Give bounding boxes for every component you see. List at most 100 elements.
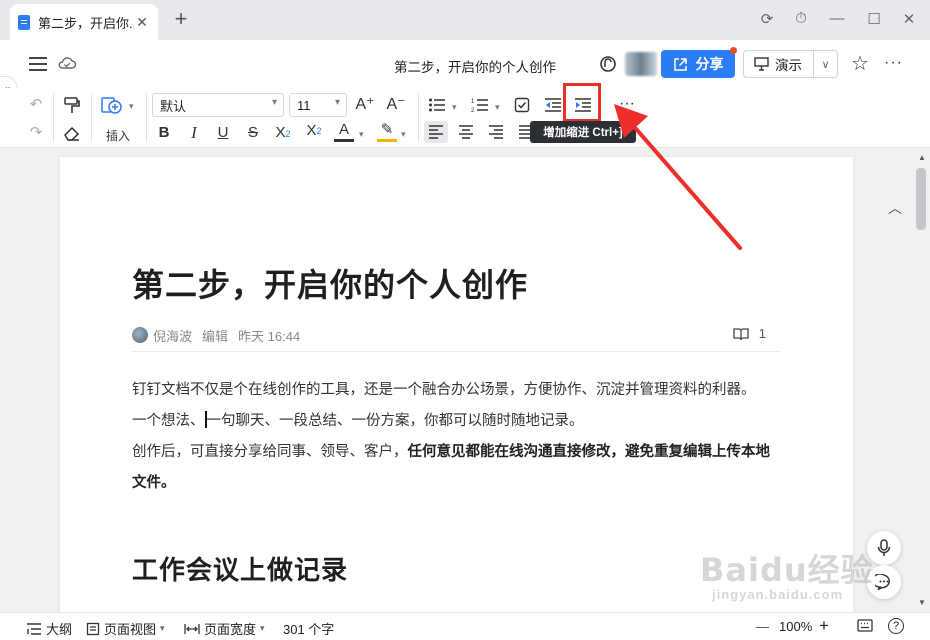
microphone-icon [877, 539, 891, 556]
divider [418, 94, 419, 142]
tab-bar: 第二步，开启你... ✕ + ⟳ ⏱ — ☐ ✕ [0, 0, 930, 40]
paragraph-1[interactable]: 钉钉文档不仅是个在线创作的工具，还是一个融合办公场景，方便协作、沉淀并管理资料的… [132, 375, 782, 406]
decrease-font-icon[interactable]: A⁻ [385, 95, 407, 115]
new-tab-button[interactable]: + [170, 8, 192, 30]
chevron-down-icon: ▾ [260, 623, 265, 633]
refresh-icon[interactable]: ⟳ [756, 10, 778, 28]
share-icon [673, 57, 687, 71]
font-family-value: 默认 [160, 98, 187, 114]
increase-font-icon[interactable]: A⁺ [354, 95, 376, 115]
document-header: 第二步，开启你的个人创作 分享 演示 ∨ ☆ ··· [0, 40, 930, 88]
paragraph-3-text: 创作后，可直接分享给同事、领导、客户， [132, 444, 408, 460]
font-size-select[interactable]: 11 ▾ [289, 93, 347, 117]
more-options-icon[interactable]: ··· [884, 54, 903, 72]
scroll-up-icon[interactable]: ▲ [918, 153, 926, 162]
author-name[interactable]: 倪海波 [153, 326, 192, 345]
bullet-list-dropdown-icon[interactable]: ▾ [452, 102, 457, 113]
outline-label: 大纲 [46, 622, 73, 637]
divider [146, 94, 147, 142]
section-heading[interactable]: 工作会议上做记录 [132, 550, 348, 587]
format-painter-icon[interactable] [62, 96, 82, 116]
divider [91, 94, 92, 142]
present-icon [754, 57, 769, 71]
italic-icon[interactable]: I [184, 123, 204, 143]
insert-dropdown-icon[interactable]: ▾ [129, 101, 134, 112]
insert-label: 插入 [105, 129, 130, 143]
eraser-icon[interactable] [62, 124, 82, 142]
present-dropdown-icon[interactable]: ∨ [814, 58, 837, 71]
read-count[interactable]: 1 [733, 326, 776, 341]
minimize-button[interactable]: — [826, 10, 848, 27]
justify-icon[interactable] [518, 125, 530, 139]
highlight-color-icon[interactable]: ✎ [377, 121, 397, 142]
present-label: 演示 [775, 58, 802, 73]
svg-text:1: 1 [471, 99, 475, 105]
highlight-dropdown-icon[interactable]: ▾ [401, 129, 406, 140]
strikethrough-icon[interactable]: S [243, 123, 263, 143]
close-window-button[interactable]: ✕ [898, 10, 920, 28]
share-button[interactable]: 分享 [661, 50, 735, 78]
star-icon[interactable]: ☆ [850, 54, 870, 74]
page-view-select[interactable]: 页面视图 ▾ [86, 619, 165, 638]
notification-dot [730, 47, 737, 54]
subscript-icon[interactable]: X2 [272, 123, 294, 144]
document-tab[interactable]: 第二步，开启你... ✕ [10, 4, 158, 40]
present-button[interactable]: 演示 ∨ [743, 50, 838, 78]
page-width-select[interactable]: 页面宽度 ▾ [184, 619, 265, 638]
paragraph-3[interactable]: 创作后，可直接分享给同事、领导、客户，任何意见都能在线沟通直接修改，避免重复编辑… [132, 437, 782, 499]
align-center-icon[interactable] [458, 125, 474, 139]
avatar[interactable] [625, 52, 657, 76]
menu-icon[interactable] [29, 57, 47, 71]
decrease-indent-icon[interactable] [544, 97, 562, 113]
document-title[interactable]: 第二步，开启你的个人创作 [132, 260, 528, 306]
keyboard-shortcuts-button[interactable] [857, 619, 877, 632]
document-icon [18, 14, 30, 30]
watermark-main: Baidu经验 [700, 551, 874, 589]
align-left-icon[interactable] [428, 125, 444, 139]
insert-icon[interactable] [100, 95, 126, 117]
collapse-toolbar-icon[interactable]: ︿ [888, 198, 902, 218]
svg-text:2: 2 [471, 108, 475, 113]
divider [53, 94, 54, 142]
zoom-in-button[interactable]: + [819, 616, 829, 636]
scrollbar-thumb[interactable] [916, 168, 926, 230]
increase-indent-highlight [563, 83, 601, 122]
font-color-dropdown-icon[interactable]: ▾ [359, 129, 364, 140]
paragraph-2[interactable]: 一个想法、 一句聊天、一段总结、一份方案，你都可以随时随地记录。 [132, 406, 782, 437]
tab-close-icon[interactable]: ✕ [134, 14, 150, 31]
history-icon[interactable]: ⏱ [790, 10, 812, 27]
underline-icon[interactable]: U [213, 123, 233, 143]
baidu-watermark: Baidu经验 jingyan.baidu.com [700, 545, 874, 602]
chevron-down-icon: ▾ [160, 623, 165, 633]
comment-icon[interactable] [598, 54, 618, 74]
document-meta: 倪海波 编辑 昨天 16:44 1 [132, 326, 780, 352]
bullet-list-icon[interactable] [428, 97, 446, 113]
formatting-toolbar: ↶ ↷ ▾ 插入 默认 ▾ 11 ▾ A⁺ A⁻ B I U S X2 X2 A… [0, 88, 930, 216]
align-right-icon[interactable] [488, 125, 504, 139]
paragraph-2-start: 一个想法、 [132, 413, 205, 429]
scroll-down-icon[interactable]: ▼ [918, 598, 926, 607]
page-view-icon [86, 622, 100, 635]
checkbox-list-icon[interactable] [514, 97, 530, 113]
zoom-level[interactable]: 100% [779, 619, 812, 634]
outline-button[interactable]: 大纲 [26, 619, 72, 638]
font-color-icon[interactable]: A [334, 121, 354, 142]
maximize-button[interactable]: ☐ [863, 10, 885, 28]
header-doc-title: 第二步，开启你的个人创作 [394, 60, 556, 75]
status-bar: 大纲 页面视图 ▾ 页面宽度 ▾ 301 个字 — 100% + ? [0, 612, 930, 640]
chevron-down-icon: ▾ [334, 97, 340, 108]
page-width-label: 页面宽度 [204, 622, 257, 637]
superscript-icon[interactable]: X2 [303, 121, 325, 141]
numbered-list-icon[interactable]: 12 [471, 97, 489, 113]
author-avatar[interactable] [132, 327, 148, 343]
help-icon[interactable]: ? [888, 618, 904, 634]
bold-icon[interactable]: B [154, 123, 174, 143]
chat-icon [875, 574, 890, 590]
word-count: 301 个字 [283, 622, 335, 637]
page-view-label: 页面视图 [104, 622, 157, 637]
zoom-out-button[interactable]: — [756, 619, 769, 634]
undo-icon[interactable]: ↶ [26, 95, 46, 115]
font-family-select[interactable]: 默认 ▾ [152, 93, 284, 117]
numbered-list-dropdown-icon[interactable]: ▾ [495, 102, 500, 113]
redo-icon[interactable]: ↷ [26, 123, 46, 143]
